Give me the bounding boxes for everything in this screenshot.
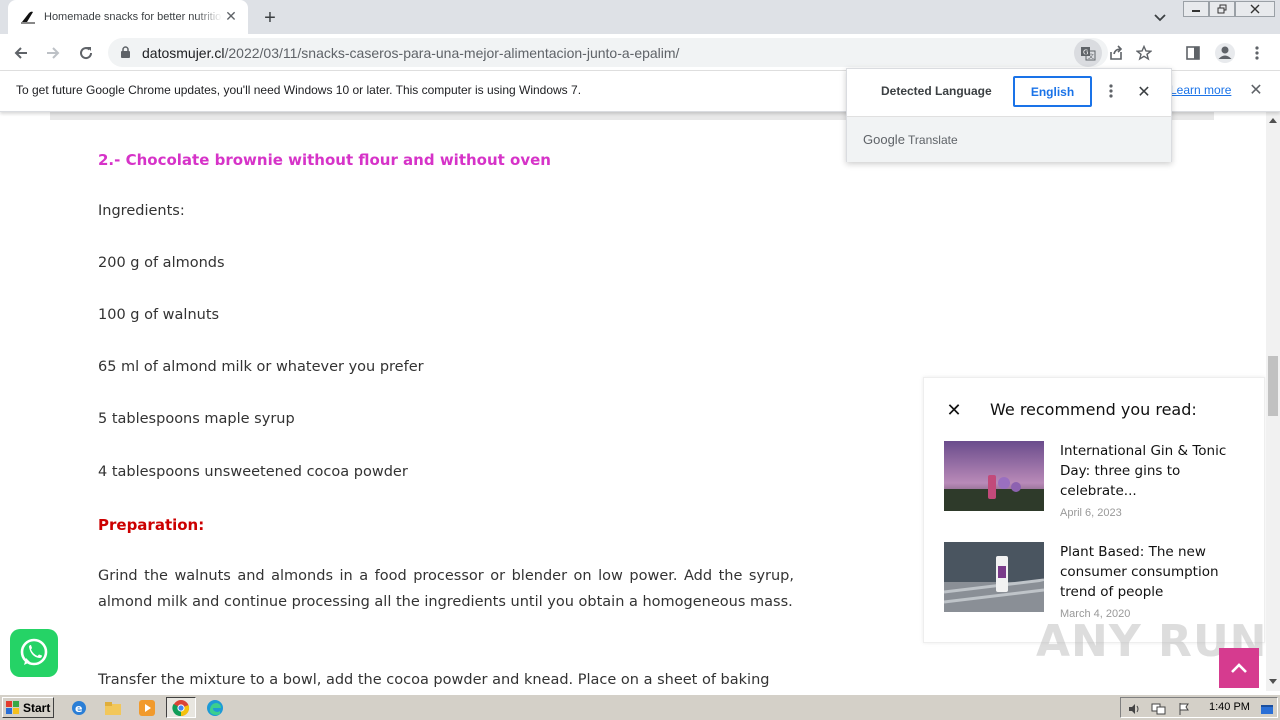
address-bar[interactable]: datosmujer.cl/2022/03/11/snacks-caseros-… [108,38,1152,67]
whatsapp-icon [20,638,48,666]
ingredient-item: 4 tablespoons unsweetened cocoa powder [98,464,408,480]
bookmark-star-icon[interactable] [1130,39,1158,67]
page-scrollbar[interactable] [1266,112,1280,691]
infobar-message: To get future Google Chrome updates, you… [16,83,582,97]
volume-icon[interactable] [1127,701,1141,720]
preparation-step: Grind the walnuts and almonds in a food … [98,568,794,610]
windows-taskbar: Start e 1:40 PM [0,694,1280,720]
infobar-close-icon[interactable]: ✕ [1248,80,1264,99]
network-icon[interactable] [1151,701,1167,720]
tab-close-icon[interactable]: ✕ [222,8,240,26]
detected-language-tab[interactable]: Detected Language [881,84,992,98]
whatsapp-button[interactable] [10,629,58,677]
recommend-thumbnail[interactable] [943,542,1045,612]
browser-toolbar: datosmujer.cl/2022/03/11/snacks-caseros-… [0,34,1280,71]
translate-options-icon[interactable] [1103,81,1119,101]
new-tab-button[interactable]: + [258,6,282,30]
preparation-step: Transfer the mixture to a bowl, add the … [98,672,770,688]
reload-icon[interactable] [73,40,99,66]
chrome-menu-icon[interactable] [1244,40,1270,66]
show-desktop-icon[interactable] [1260,701,1274,720]
explorer-folder-icon[interactable] [98,697,128,718]
english-tab[interactable]: English [1013,76,1092,107]
close-window-button[interactable] [1235,1,1275,17]
preparation-label: Preparation: [98,516,205,534]
web-page: 2.- Chocolate brownie without flour and … [0,71,1266,691]
site-favicon-icon [20,9,36,25]
recommend-widget: ✕ We recommend you read: International G… [923,377,1265,643]
url-path: /2022/03/11/snacks-caseros-para-una-mejo… [224,44,680,61]
translate-close-icon[interactable]: ✕ [1135,81,1153,101]
start-label: Start [23,700,51,715]
action-center-flag-icon[interactable] [1177,701,1191,720]
translate-word: Translate [908,133,958,147]
ingredient-item: 65 ml of almond milk or whatever you pre… [98,359,424,375]
translate-popup: Detected Language English ✕ Google Trans… [846,68,1172,162]
ingredients-label: Ingredients: [98,203,185,219]
chevron-up-icon [1231,663,1247,673]
recommend-item-date: April 6, 2023 [1060,507,1122,519]
google-wordmark: Google [863,132,905,147]
restore-button[interactable] [1209,1,1235,17]
svg-text:文: 文 [1088,52,1094,60]
share-icon[interactable] [1102,39,1130,67]
url-domain: datosmujer.cl [142,44,225,61]
translate-icon[interactable]: G文 [1074,38,1102,67]
recipe-heading: 2.- Chocolate brownie without flour and … [98,151,551,169]
ingredient-item: 200 g of almonds [98,255,225,271]
media-player-icon[interactable] [132,697,162,718]
taskbar-clock[interactable]: 1:40 PM [1209,701,1250,713]
profile-avatar-icon[interactable] [1212,40,1238,66]
recommend-title: We recommend you read: [990,400,1197,419]
scroll-up-arrow-icon[interactable] [1269,116,1277,124]
chrome-taskbar-icon[interactable] [166,697,196,718]
ingredient-item: 5 tablespoons maple syrup [98,411,295,427]
learn-more-link[interactable]: Learn more [1170,83,1231,97]
lock-icon[interactable] [118,46,132,60]
ie-icon[interactable]: e [64,697,94,718]
windows-flag-icon [6,700,19,714]
back-arrow-icon[interactable] [8,40,34,66]
recommend-thumbnail[interactable] [944,441,1044,511]
minimize-button[interactable] [1183,1,1209,17]
scrollbar-thumb[interactable] [1268,356,1278,416]
side-panel-icon[interactable] [1180,40,1206,66]
scroll-to-top-button[interactable] [1219,648,1259,688]
google-translate-logo: Google Translate [863,132,958,147]
tab-search-chevron-icon[interactable] [1150,8,1170,28]
url-text[interactable]: datosmujer.cl/2022/03/11/snacks-caseros-… [142,45,679,61]
close-recommend-icon[interactable]: ✕ [946,400,962,421]
forward-arrow-icon[interactable] [40,40,66,66]
browser-tab[interactable]: Homemade snacks for better nutrition ✕ [8,0,248,34]
recommend-item-title[interactable]: International Gin & Tonic Day: three gin… [1060,441,1240,501]
tab-strip: Homemade snacks for better nutrition ✕ + [0,0,1280,34]
recommend-item-title[interactable]: Plant Based: The new consumer consumptio… [1060,542,1240,602]
system-tray: 1:40 PM [1120,697,1278,718]
scroll-down-arrow-icon[interactable] [1269,678,1277,686]
svg-text:e: e [75,702,82,715]
ingredient-item: 100 g of walnuts [98,307,220,323]
start-button[interactable]: Start [2,697,54,718]
edge-icon[interactable] [200,697,230,718]
tab-title: Homemade snacks for better nutrition [44,11,222,23]
